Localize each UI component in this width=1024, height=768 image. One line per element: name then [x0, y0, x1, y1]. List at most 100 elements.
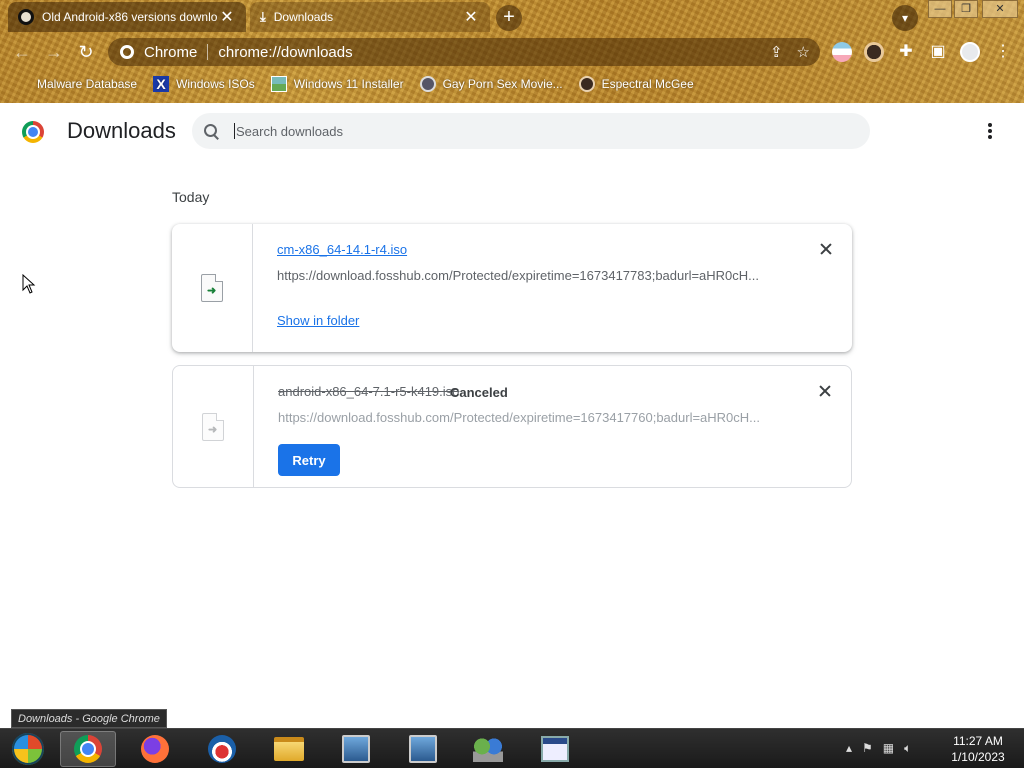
network-computer-icon — [342, 735, 370, 763]
taskbar: ▴ ⚑ ▦ 🔈︎ 11:27 AM 1/10/2023 — [0, 728, 1024, 768]
back-button[interactable]: ← — [10, 40, 34, 64]
text-caret — [234, 123, 235, 139]
chrome-icon — [74, 735, 102, 763]
image-icon — [270, 76, 287, 92]
tab-search-button[interactable]: ▾ — [892, 5, 918, 31]
bookmarks-bar: Malware Database X Windows ISOs Windows … — [0, 72, 1024, 96]
taskbar-firefox[interactable] — [127, 731, 183, 767]
taskbar-tooltip: Downloads - Google Chrome — [11, 709, 167, 728]
download-item-body: cm-x86_64-14.1-r4.iso https://download.f… — [253, 224, 852, 352]
reload-button[interactable]: ↻ — [74, 40, 98, 64]
system-tray: ▴ ⚑ ▦ 🔈︎ — [846, 741, 911, 756]
download-item: ➜ cm-x86_64-14.1-r4.iso https://download… — [172, 224, 852, 352]
bookmark-espectral-mcgee[interactable]: Espectral McGee — [578, 76, 694, 92]
puzzle-icon[interactable]: ✚ — [895, 41, 917, 61]
download-icon: ⤓ — [260, 9, 266, 24]
retry-button[interactable]: Retry — [278, 444, 340, 476]
file-icon: ➜ — [201, 274, 223, 302]
taskbar-network-app-2[interactable] — [395, 731, 451, 767]
bookmark-movie-site[interactable]: Gay Porn Sex Movie... — [419, 76, 563, 92]
omnibox-actions: ⇪ ☆ — [770, 43, 810, 61]
firefox-icon — [141, 735, 169, 763]
clock-date: 1/10/2023 — [951, 750, 1005, 764]
face-icon — [578, 76, 595, 92]
start-button[interactable] — [0, 731, 56, 767]
extension-flag-icon[interactable] — [832, 42, 852, 62]
taskbar-file-explorer[interactable] — [261, 731, 317, 767]
page-title: Downloads — [67, 118, 176, 143]
bookmark-label: Windows ISOs — [176, 77, 255, 91]
close-window-button[interactable]: ✕ — [982, 0, 1018, 18]
bookmark-label: Malware Database — [37, 77, 138, 91]
tab-strip: Old Android-x86 versions downlo ✕ ⤓ Down… — [0, 0, 1024, 34]
share-icon[interactable]: ⇪ — [770, 43, 783, 61]
users-icon — [473, 736, 503, 762]
bookmark-malware-database[interactable]: Malware Database — [14, 76, 137, 92]
date-header: Today — [172, 189, 210, 205]
profile-extension-icon[interactable] — [864, 42, 884, 62]
tab-title: Old Android-x86 versions downlo — [42, 10, 218, 24]
tab-title: Downloads — [273, 10, 334, 24]
bookmark-label: Espectral McGee — [601, 77, 694, 91]
search-input[interactable] — [236, 123, 836, 139]
file-name-link[interactable]: cm-x86_64-14.1-r4.iso — [277, 242, 407, 257]
globe-icon — [419, 76, 436, 92]
chrome-icon — [120, 45, 134, 59]
forward-button[interactable]: → — [42, 40, 66, 64]
document-window-icon — [541, 736, 569, 762]
tab-downloads[interactable]: ⤓ Downloads ✕ — [250, 2, 490, 32]
bookmark-windows-isos[interactable]: X Windows ISOs — [153, 76, 255, 92]
new-tab-button[interactable]: + — [496, 5, 522, 31]
menu-icon[interactable]: ⋮ — [992, 41, 1014, 61]
status-label: Canceled — [450, 385, 508, 400]
site-label: Chrome — [144, 43, 198, 61]
taskbar-document-app[interactable] — [527, 731, 583, 767]
download-item-body: android-x86_64-7.1-r5-k419.iso Canceled … — [254, 366, 851, 487]
side-panel-icon[interactable]: ▣ — [927, 41, 949, 61]
flag-icon[interactable]: ⚑ — [862, 741, 873, 756]
taskbar-chrome[interactable] — [60, 731, 116, 767]
tab-old-android[interactable]: Old Android-x86 versions downlo ✕ — [8, 2, 246, 32]
file-icon-column: ➜ — [173, 366, 254, 487]
more-options-icon[interactable] — [980, 121, 1000, 141]
bookmark-plain-icon — [14, 76, 30, 92]
downloads-header: Downloads — [0, 103, 1024, 159]
star-icon[interactable]: ☆ — [797, 43, 810, 61]
search-box[interactable] — [192, 113, 870, 149]
taskbar-network-app-1[interactable] — [328, 731, 384, 767]
downloads-page: Downloads Today ➜ cm-x86_64-14.1-r4.iso … — [0, 103, 1024, 728]
restore-button[interactable]: ❐ — [954, 0, 978, 18]
close-icon[interactable]: ✕ — [218, 7, 236, 27]
browser-chrome: Old Android-x86 versions downlo ✕ ⤓ Down… — [0, 0, 1024, 103]
file-icon: ➜ — [202, 412, 224, 441]
taskbar-users-app[interactable] — [460, 731, 516, 767]
url-text: chrome://downloads — [218, 43, 353, 61]
remove-icon[interactable] — [818, 241, 834, 257]
clock-time: 11:27 AM — [953, 734, 1003, 748]
folder-icon — [274, 737, 304, 761]
address-bar[interactable]: Chrome chrome://downloads ⇪ ☆ — [108, 38, 820, 66]
minimize-button[interactable]: — — [928, 0, 952, 18]
search-icon — [204, 124, 218, 138]
file-url: https://download.fosshub.com/Protected/e… — [278, 410, 761, 425]
volume-icon[interactable]: 🔈︎ — [904, 741, 911, 756]
show-hidden-icons-icon[interactable]: ▴ — [846, 741, 852, 756]
remove-icon[interactable] — [817, 383, 833, 399]
bookmark-label: Gay Porn Sex Movie... — [442, 77, 563, 91]
download-item: ➜ android-x86_64-7.1-r5-k419.iso Cancele… — [172, 365, 852, 488]
network-computer-icon — [409, 735, 437, 763]
bookmark-windows-11-installer[interactable]: Windows 11 Installer — [270, 76, 404, 92]
chrome-logo-icon — [22, 121, 44, 143]
clock[interactable]: 11:27 AM 1/10/2023 — [940, 733, 1016, 765]
bookmark-label: Windows 11 Installer — [293, 77, 404, 91]
network-icon[interactable]: ▦ — [883, 741, 894, 756]
file-icon-column: ➜ — [172, 224, 253, 352]
show-in-folder-link[interactable]: Show in folder — [277, 313, 359, 328]
windows-logo-icon — [12, 733, 44, 765]
close-icon[interactable]: ✕ — [462, 7, 480, 27]
file-name-canceled: android-x86_64-7.1-r5-k419.iso — [278, 384, 460, 399]
avatar[interactable] — [960, 42, 980, 62]
taskbar-campaign-app[interactable] — [194, 731, 250, 767]
file-url: https://download.fosshub.com/Protected/e… — [277, 268, 760, 283]
obama-logo-icon — [208, 735, 236, 763]
